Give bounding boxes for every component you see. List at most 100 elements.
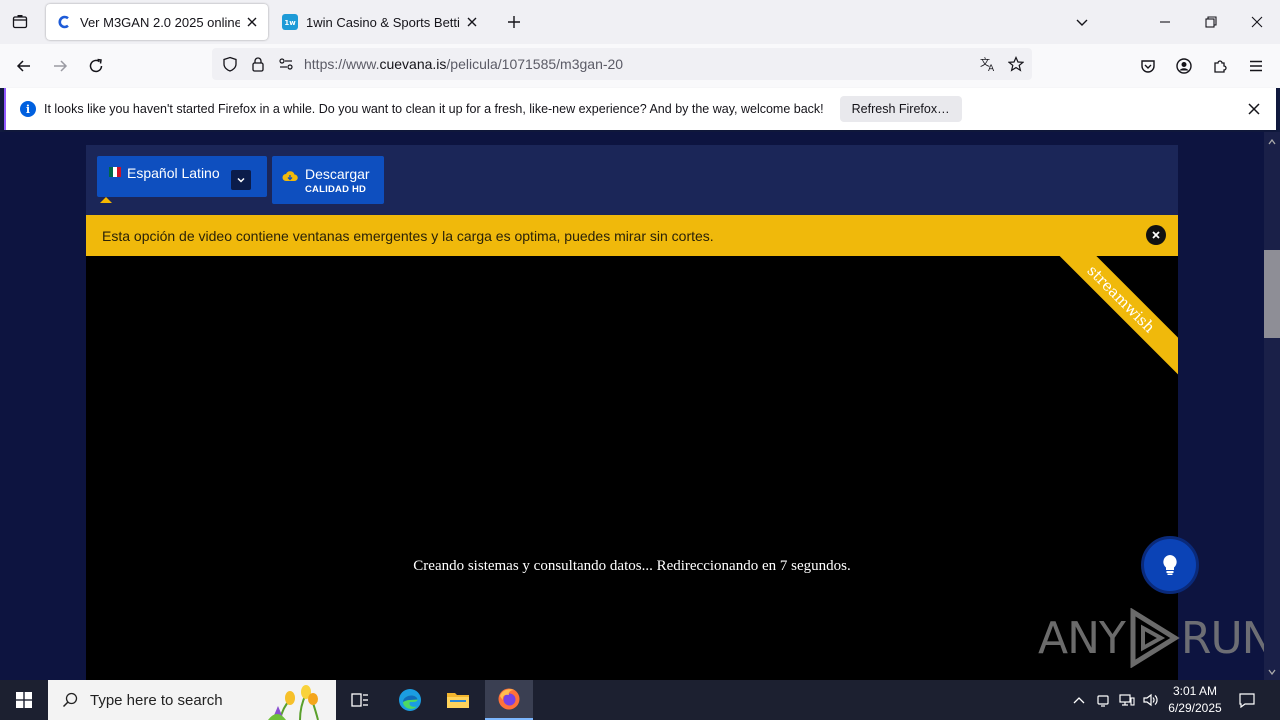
device-tray-button[interactable] xyxy=(1092,680,1114,720)
page-scrollbar-track[interactable] xyxy=(1264,132,1280,680)
close-icon xyxy=(1248,103,1260,115)
bookmark-star-icon[interactable] xyxy=(1002,50,1030,78)
download-label: Descargar xyxy=(305,166,370,182)
arrow-right-icon xyxy=(54,60,68,72)
task-view-icon xyxy=(351,693,368,707)
streamwish-ribbon: streamwish xyxy=(1044,256,1178,376)
mexico-flag-icon xyxy=(109,167,121,177)
tab-m3gan[interactable]: Ver M3GAN 2.0 2025 online HD xyxy=(46,4,268,40)
device-icon xyxy=(1097,695,1109,707)
windows-taskbar: Type here to search 3:01 AM 6/29/2025 xyxy=(0,680,1280,720)
back-button[interactable] xyxy=(10,52,38,80)
action-center-button[interactable] xyxy=(1232,680,1262,720)
cuevana-favicon-icon xyxy=(56,14,72,30)
url-prefix: https://www. xyxy=(304,56,380,72)
notice-text: Esta opción de video contiene ventanas e… xyxy=(102,227,714,244)
close-icon xyxy=(1251,16,1263,28)
pocket-button[interactable] xyxy=(1134,52,1162,80)
scroll-down-arrow-icon[interactable] xyxy=(1264,664,1280,680)
account-icon xyxy=(1176,58,1192,74)
new-tab-button[interactable] xyxy=(502,10,526,34)
anyrun-watermark: ANY RUN xyxy=(1038,608,1264,668)
clock-time: 3:01 AM xyxy=(1172,684,1218,698)
tab-title: 1win Casino & Sports Betting | O xyxy=(306,14,460,30)
pocket-icon xyxy=(1141,60,1155,73)
forward-button[interactable] xyxy=(46,52,74,80)
url-text[interactable]: https://www.cuevana.is/pelicula/1071585/… xyxy=(304,56,623,72)
menu-button[interactable] xyxy=(1242,52,1270,80)
tab-1win[interactable]: 1w 1win Casino & Sports Betting | O xyxy=(272,4,488,40)
tracking-protection-shield-icon[interactable] xyxy=(216,50,244,78)
firefox-view-button[interactable] xyxy=(0,0,40,44)
tab-bar: Ver M3GAN 2.0 2025 online HD 1w 1win Cas… xyxy=(0,0,1280,44)
restore-icon xyxy=(1205,16,1217,28)
address-bar[interactable]: https://www.cuevana.is/pelicula/1071585/… xyxy=(212,48,1032,80)
edge-taskbar-button[interactable] xyxy=(386,680,434,720)
windows-logo-icon xyxy=(16,692,32,708)
extensions-button[interactable] xyxy=(1206,52,1234,80)
tulips-illustration-icon xyxy=(268,685,319,720)
restore-button[interactable] xyxy=(1188,0,1234,44)
close-tab-icon[interactable] xyxy=(460,10,484,34)
translate-icon[interactable]: 文A xyxy=(974,50,1002,78)
download-button[interactable]: Descargar CALIDAD HD xyxy=(272,156,384,204)
hamburger-menu-icon xyxy=(1250,60,1262,72)
chevron-up-icon xyxy=(1073,697,1085,704)
url-host: cuevana.is xyxy=(379,56,447,72)
permissions-icon[interactable] xyxy=(272,50,300,78)
watermark-right: RUN xyxy=(1180,612,1264,664)
reload-button[interactable] xyxy=(82,52,110,80)
refresh-firefox-button[interactable]: Refresh Firefox… xyxy=(839,96,962,122)
scroll-up-arrow-icon[interactable] xyxy=(1264,134,1280,150)
url-path: /pelicula/1071585/m3gan-20 xyxy=(446,56,624,72)
page-scrollbar-thumb[interactable] xyxy=(1264,250,1280,338)
show-hidden-icons-button[interactable] xyxy=(1068,680,1090,720)
close-tab-icon[interactable] xyxy=(240,10,264,34)
1win-favicon-icon: 1w xyxy=(282,14,298,30)
arrow-left-icon xyxy=(16,60,30,72)
minimize-icon xyxy=(1160,21,1170,23)
language-pointer xyxy=(100,197,112,203)
close-icon xyxy=(1152,231,1160,239)
taskbar-search-box[interactable]: Type here to search xyxy=(48,680,336,720)
speaker-icon xyxy=(1143,693,1158,707)
start-button[interactable] xyxy=(0,680,48,720)
taskbar-clock[interactable]: 3:01 AM 6/29/2025 xyxy=(1160,683,1230,717)
notification-icon xyxy=(1239,693,1255,708)
close-notice-button[interactable] xyxy=(1146,225,1166,245)
firefox-taskbar-button[interactable] xyxy=(485,680,533,720)
volume-tray-button[interactable] xyxy=(1140,680,1162,720)
search-icon xyxy=(62,692,78,708)
tab-title: Ver M3GAN 2.0 2025 online HD xyxy=(80,14,240,30)
lightbulb-icon xyxy=(1163,555,1177,575)
lightbulb-button[interactable] xyxy=(1141,536,1199,594)
svg-text:A: A xyxy=(988,64,995,72)
chevron-down-icon xyxy=(237,177,245,183)
account-button[interactable] xyxy=(1170,52,1198,80)
lock-icon[interactable] xyxy=(244,50,272,78)
language-selector-button[interactable]: Español Latino xyxy=(97,156,267,197)
svg-text:1w: 1w xyxy=(284,19,296,27)
refresh-firefox-notification: i It looks like you haven't started Fire… xyxy=(4,88,1276,130)
task-view-button[interactable] xyxy=(336,680,384,720)
plus-icon xyxy=(508,16,520,28)
firefox-view-icon xyxy=(12,15,28,29)
player-container: Español Latino Descargar CALIDAD HD Esta… xyxy=(86,145,1178,680)
minimize-button[interactable] xyxy=(1142,0,1188,44)
firefox-icon xyxy=(498,688,520,710)
list-all-tabs-button[interactable] xyxy=(1070,10,1094,34)
search-placeholder: Type here to search xyxy=(90,691,223,709)
network-tray-button[interactable] xyxy=(1116,680,1138,720)
reload-icon xyxy=(89,58,103,73)
file-explorer-taskbar-button[interactable] xyxy=(434,680,482,720)
redirect-message: Creando sistemas y consultando datos... … xyxy=(413,558,851,574)
page-viewport: Español Latino Descargar CALIDAD HD Esta… xyxy=(0,132,1264,680)
clock-date: 6/29/2025 xyxy=(1168,701,1222,715)
language-dropdown-toggle[interactable] xyxy=(231,170,251,190)
language-label: Español Latino xyxy=(127,165,220,181)
close-window-button[interactable] xyxy=(1234,0,1280,44)
popup-notice-banner: Esta opción de video contiene ventanas e… xyxy=(86,215,1178,256)
close-notification-button[interactable] xyxy=(1242,97,1266,121)
video-player[interactable]: streamwish Creando sistemas y consultand… xyxy=(86,256,1178,680)
folder-icon xyxy=(447,693,469,708)
